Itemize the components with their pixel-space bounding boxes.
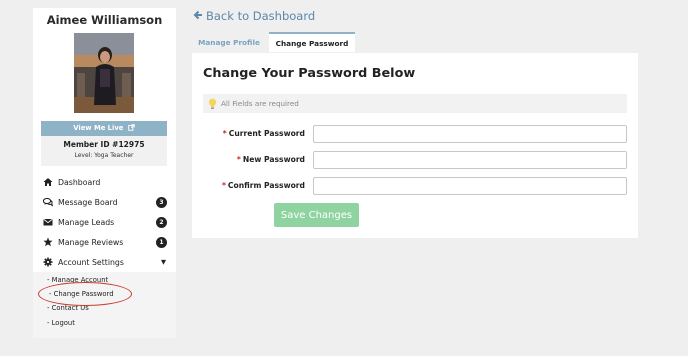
sidebar-item-account-settings[interactable]: Account Settings ▼ bbox=[33, 252, 176, 272]
field-label-text: Current Password bbox=[228, 129, 305, 138]
member-id: Member ID #12975 bbox=[63, 140, 145, 149]
field-label-text: New Password bbox=[242, 155, 305, 164]
new-password-field[interactable] bbox=[313, 151, 627, 169]
back-to-dashboard-label: Back to Dashboard bbox=[206, 9, 316, 23]
required-marker: * bbox=[222, 129, 227, 138]
comments-icon bbox=[43, 197, 53, 207]
submenu-item-contact-us[interactable]: - Contact Us bbox=[47, 304, 89, 312]
new-password-label: * New Password bbox=[237, 151, 305, 169]
confirm-password-label: * Confirm Password bbox=[222, 177, 305, 195]
required-marker: * bbox=[236, 155, 241, 164]
leads-count-badge: 2 bbox=[156, 216, 167, 228]
envelope-icon bbox=[43, 217, 53, 227]
message-count-badge: 3 bbox=[156, 196, 167, 208]
submenu-item-logout[interactable]: - Logout bbox=[47, 319, 75, 327]
member-level: Level: Yoga Teacher bbox=[74, 152, 134, 159]
external-link-icon bbox=[126, 124, 135, 132]
sidebar-item-label: Message Board bbox=[58, 197, 118, 207]
view-me-live-button[interactable]: View Me Live bbox=[41, 121, 167, 136]
required-marker: * bbox=[221, 181, 226, 190]
home-icon bbox=[43, 177, 53, 187]
current-password-field[interactable] bbox=[313, 125, 627, 143]
field-label-text: Confirm Password bbox=[227, 181, 305, 190]
tab-label: Manage Profile bbox=[198, 37, 260, 47]
view-me-live-label: View Me Live bbox=[73, 124, 124, 132]
reviews-count-badge: 1 bbox=[156, 236, 167, 248]
star-icon bbox=[43, 237, 53, 247]
tab-label: Change Password bbox=[275, 38, 349, 48]
sidebar-item-label: Manage Leads bbox=[58, 217, 115, 227]
lightbulb-icon bbox=[208, 98, 217, 110]
new-password-row: * New Password bbox=[192, 151, 638, 169]
submenu-item-manage-account[interactable]: - Manage Account bbox=[47, 276, 108, 284]
sidebar-item-message-board[interactable]: Message Board 3 bbox=[33, 192, 176, 212]
sidebar-item-label: Dashboard bbox=[58, 177, 101, 187]
gear-icon bbox=[43, 257, 53, 267]
sidebar-item-manage-reviews[interactable]: Manage Reviews 1 bbox=[33, 232, 176, 252]
required-fields-notice: All Fields are required bbox=[203, 94, 627, 113]
submenu-item-change-password[interactable]: - Change Password bbox=[49, 290, 114, 298]
member-info: Member ID #12975 Level: Yoga Teacher bbox=[41, 136, 167, 166]
current-password-label: * Current Password bbox=[223, 125, 305, 143]
page-title: Change Your Password Below bbox=[203, 66, 416, 81]
sidebar-item-label: Account Settings bbox=[58, 257, 124, 267]
save-changes-button[interactable]: Save Changes bbox=[274, 203, 359, 227]
sidebar-item-manage-leads[interactable]: Manage Leads 2 bbox=[33, 212, 176, 232]
tab-manage-profile[interactable]: Manage Profile bbox=[192, 32, 266, 52]
confirm-password-row: * Confirm Password bbox=[192, 177, 638, 195]
arrow-left-icon bbox=[193, 10, 203, 23]
change-password-panel: Change Your Password Below All Fields ar… bbox=[192, 53, 638, 238]
sidebar-nav: Dashboard Message Board 3 Manage Leads 2… bbox=[33, 172, 176, 272]
tab-change-password[interactable]: Change Password bbox=[269, 32, 355, 52]
confirm-password-field[interactable] bbox=[313, 177, 627, 195]
user-name: Aimee Williamson bbox=[46, 13, 163, 27]
avatar bbox=[74, 33, 134, 113]
sidebar-item-dashboard[interactable]: Dashboard bbox=[33, 172, 176, 192]
notice-text: All Fields are required bbox=[221, 99, 299, 108]
caret-down-icon: ▼ bbox=[161, 258, 166, 266]
back-to-dashboard-link[interactable]: Back to Dashboard bbox=[193, 9, 315, 23]
sidebar-item-label: Manage Reviews bbox=[58, 237, 124, 247]
current-password-row: * Current Password bbox=[192, 125, 638, 143]
